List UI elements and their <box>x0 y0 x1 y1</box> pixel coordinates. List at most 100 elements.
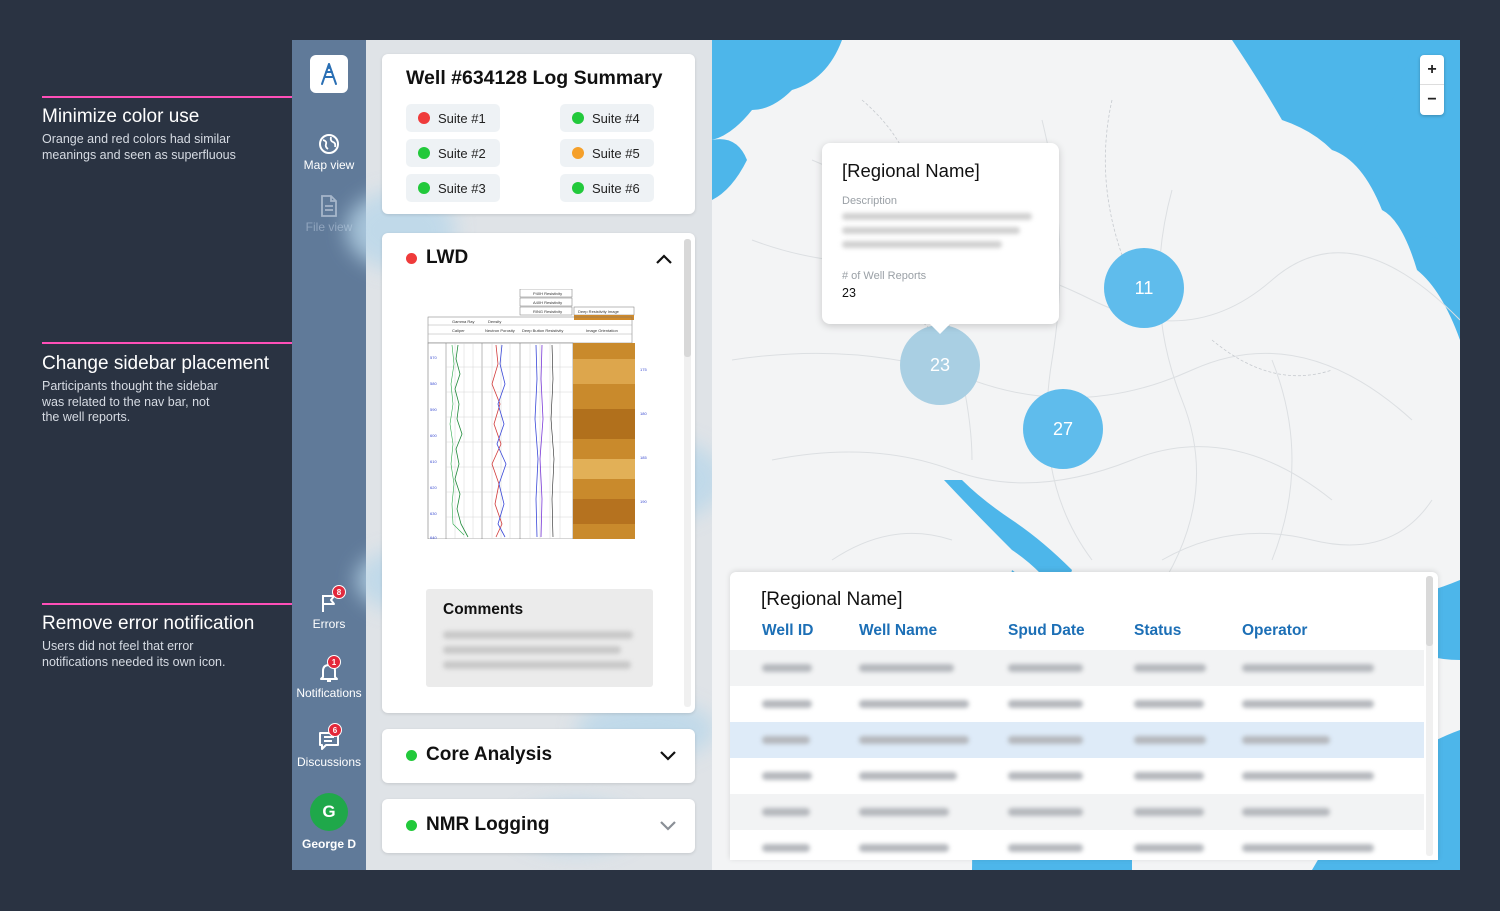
table-scrollbar-thumb[interactable] <box>1426 576 1433 646</box>
notifications-badge: 1 <box>327 655 341 669</box>
suite-chip[interactable]: Suite #4 <box>560 104 654 132</box>
nav-label: Notifications <box>296 686 362 700</box>
column-header-spud-date[interactable]: Spud Date <box>1008 622 1085 640</box>
sidebar: Map view File view 8 Errors 1 Notificati… <box>292 40 366 870</box>
comment-text <box>443 631 633 639</box>
popup-title: [Regional Name] <box>842 160 980 181</box>
nav-notifications[interactable]: 1 Notifications <box>292 655 366 700</box>
depth-tick: 175 <box>640 367 647 372</box>
table-row[interactable] <box>730 686 1424 722</box>
table-row[interactable] <box>730 794 1424 830</box>
panel-scrollbar-thumb[interactable] <box>684 239 691 357</box>
popup-description-text <box>842 213 1032 220</box>
status-dot <box>418 112 430 124</box>
suite-label: Suite #1 <box>438 110 486 126</box>
column-header-operator[interactable]: Operator <box>1242 622 1307 640</box>
region-popup: [Regional Name] Description # of Well Re… <box>822 143 1059 334</box>
well-log-figure: P40H Resistivity A40H Resistivity RING R… <box>427 289 647 539</box>
suite-label: Suite #3 <box>438 180 486 196</box>
annotation-connector <box>42 603 308 605</box>
suite-chip[interactable]: Suite #5 <box>560 139 654 167</box>
section-label: Core Analysis <box>426 744 553 765</box>
log-header: P40H Resistivity <box>533 291 562 296</box>
annotation-minimize-color: Minimize color use Orange and red colors… <box>42 106 236 163</box>
annotation-desc-line: was related to the nav bar, not <box>42 394 210 409</box>
depth-tick: 590 <box>430 407 437 412</box>
lwd-header[interactable]: LWD <box>406 247 468 269</box>
depth-tick: 185 <box>640 455 647 460</box>
core-analysis-section[interactable]: Core Analysis <box>382 729 695 783</box>
bell-icon: 1 <box>292 655 366 684</box>
log-header: Density <box>488 319 501 324</box>
table-row[interactable] <box>730 650 1424 686</box>
nav-label: Map view <box>303 158 355 172</box>
depth-tick: 610 <box>430 459 437 464</box>
log-header: Neutron Porosity <box>485 328 515 333</box>
depth-tick: 190 <box>640 499 647 504</box>
depth-tick: 570 <box>430 355 437 360</box>
status-dot <box>572 112 584 124</box>
errors-badge: 8 <box>332 585 346 599</box>
column-header-well-id[interactable]: Well ID <box>762 622 813 640</box>
column-header-status[interactable]: Status <box>1134 622 1181 640</box>
discussions-badge: 6 <box>328 723 342 737</box>
popup-pointer <box>929 323 951 334</box>
table-row[interactable] <box>730 758 1424 794</box>
popup-description-label: Description <box>842 195 898 207</box>
suite-chip[interactable]: Suite #2 <box>406 139 500 167</box>
chevron-down-icon[interactable] <box>659 820 677 832</box>
comments-title: Comments <box>443 601 524 618</box>
depth-tick: 180 <box>640 411 647 416</box>
log-header: Deep Resistivity Image <box>578 309 620 314</box>
suite-chip[interactable]: Suite #6 <box>560 174 654 202</box>
app-logo[interactable] <box>310 55 348 93</box>
depth-tick: 630 <box>430 511 437 516</box>
suite-chip[interactable]: Suite #1 <box>406 104 500 132</box>
table-row-selected[interactable] <box>730 722 1424 758</box>
log-header: Deep Button Resistivity <box>522 328 563 333</box>
suite-label: Suite #5 <box>592 145 640 161</box>
section-label: NMR Logging <box>426 814 550 835</box>
depth-tick: 640 <box>430 535 437 539</box>
depth-tick: 600 <box>430 433 437 438</box>
chevron-down-icon[interactable] <box>659 750 677 762</box>
table-row[interactable] <box>730 830 1424 860</box>
comment-text <box>443 661 631 669</box>
suite-chip[interactable]: Suite #3 <box>406 174 500 202</box>
map-cluster[interactable]: 23 <box>900 325 980 405</box>
status-dot <box>418 147 430 159</box>
popup-reports-label: # of Well Reports <box>842 270 927 282</box>
annotation-desc-line: Participants thought the sidebar <box>42 379 218 393</box>
annotation-desc-line: Orange and red colors had similar <box>42 132 231 146</box>
popup-description-text <box>842 227 1020 234</box>
zoom-out-button[interactable]: − <box>1420 85 1444 115</box>
nav-errors[interactable]: 8 Errors <box>292 585 366 631</box>
annotation-heading: Minimize color use <box>42 106 200 127</box>
annotation-heading: Remove error notification <box>42 613 255 634</box>
chevron-up-icon[interactable] <box>655 253 673 265</box>
depth-tick: 620 <box>430 485 437 490</box>
annotation-desc-line: notifications needed its own icon. <box>42 654 226 669</box>
nav-label: Errors <box>312 617 346 631</box>
log-header: Image Orientation <box>586 328 618 333</box>
map-cluster[interactable]: 11 <box>1104 248 1184 328</box>
suite-label: Suite #2 <box>438 145 486 161</box>
nav-map-view[interactable]: Map view <box>292 132 366 172</box>
user-name: George D <box>301 837 356 851</box>
nmr-logging-section[interactable]: NMR Logging <box>382 799 695 853</box>
avatar[interactable]: G <box>310 793 348 831</box>
status-dot <box>572 182 584 194</box>
table-title: [Regional Name] <box>761 589 903 610</box>
map-cluster[interactable]: 27 <box>1023 389 1103 469</box>
nav-discussions[interactable]: 6 Discussions <box>292 723 366 769</box>
suite-label: Suite #4 <box>592 110 640 126</box>
zoom-in-button[interactable]: + <box>1420 55 1444 85</box>
suite-label: Suite #6 <box>592 180 640 196</box>
annotation-sidebar-placement: Change sidebar placement Participants th… <box>42 353 269 426</box>
column-header-well-name[interactable]: Well Name <box>859 622 937 640</box>
annotation-error-notification: Remove error notification Users did not … <box>42 613 254 670</box>
comments-box: Comments <box>426 589 653 687</box>
status-dot <box>406 749 417 761</box>
popup-description-text <box>842 241 1002 248</box>
chat-icon: 6 <box>292 723 366 753</box>
